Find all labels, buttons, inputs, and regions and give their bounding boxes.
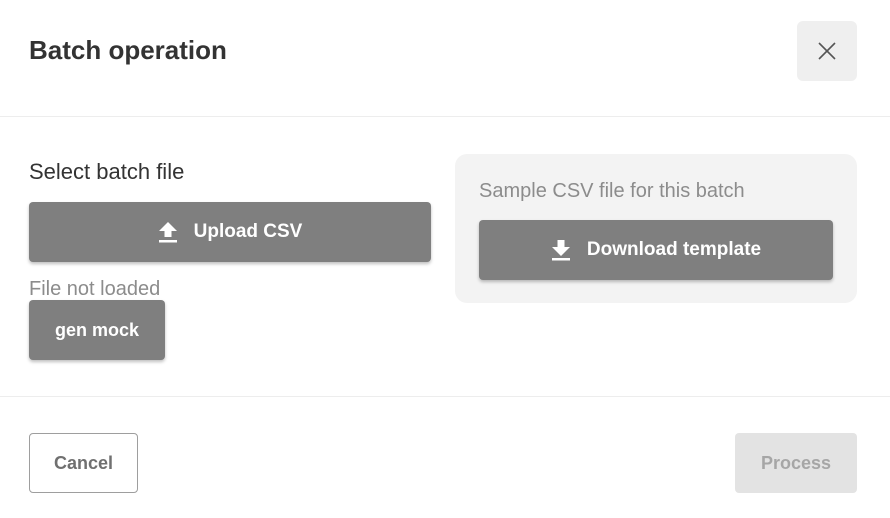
upload-csv-label: Upload CSV xyxy=(193,221,303,242)
dialog-body: Select batch file Upload CSV File not lo… xyxy=(0,117,890,397)
dialog-header: Batch operation xyxy=(0,0,890,117)
gen-mock-label: gen mock xyxy=(54,319,140,340)
cancel-button[interactable]: Cancel xyxy=(29,433,138,493)
sample-csv-label: Sample CSV file for this batch xyxy=(479,180,745,202)
batch-operation-dialog: Batch operation Select batch file Upload… xyxy=(0,0,890,518)
process-button[interactable]: Process xyxy=(735,433,857,493)
close-button[interactable] xyxy=(797,21,857,81)
close-icon xyxy=(817,41,837,61)
dialog-footer: Cancel Process xyxy=(0,397,890,518)
download-template-label: Download template xyxy=(586,239,762,260)
download-template-button[interactable]: Download template xyxy=(479,220,833,280)
download-icon xyxy=(551,239,571,261)
sample-template-panel: Sample CSV file for this batch Download … xyxy=(455,154,857,303)
gen-mock-button[interactable]: gen mock xyxy=(29,300,165,360)
select-file-heading: Select batch file xyxy=(29,159,185,184)
upload-csv-button[interactable]: Upload CSV xyxy=(29,202,431,262)
dialog-title: Batch operation xyxy=(29,35,227,65)
upload-icon xyxy=(158,221,178,243)
file-status-text: File not loaded xyxy=(29,278,161,300)
